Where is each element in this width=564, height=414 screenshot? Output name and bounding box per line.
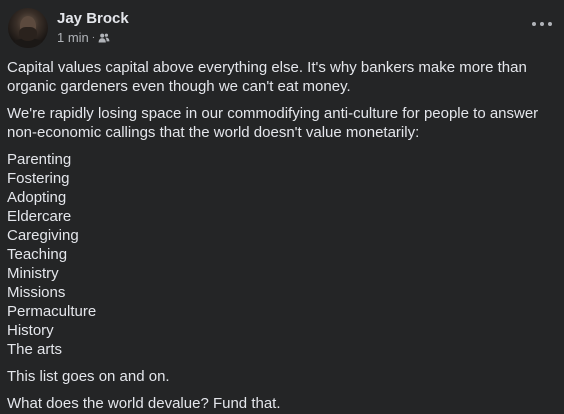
post-list: Parenting Fostering Adopting Eldercare C… [7, 150, 558, 359]
friends-icon[interactable] [98, 32, 110, 44]
list-item: Eldercare [7, 208, 72, 225]
list-item: Ministry [7, 265, 59, 282]
author-name[interactable]: Jay Brock [57, 9, 129, 28]
post-subline: 1 min · [57, 29, 129, 47]
list-item: Adopting [7, 189, 67, 206]
list-item: The arts [7, 341, 63, 358]
list-item: Teaching [7, 246, 68, 263]
list-item: Caregiving [7, 227, 79, 244]
separator-dot: · [91, 32, 96, 43]
list-item: Permaculture [7, 303, 97, 320]
post-timestamp[interactable]: 1 min [57, 29, 89, 47]
post-paragraph: Capital values capital above everything … [7, 59, 527, 95]
more-dot-icon [532, 22, 536, 26]
list-item: Parenting [7, 151, 72, 168]
more-options-button[interactable] [532, 14, 552, 34]
post-meta: Jay Brock 1 min · [57, 9, 129, 47]
more-dot-icon [540, 22, 544, 26]
post-paragraph: We're rapidly losing space in our commod… [7, 105, 539, 141]
post-body: Capital values capital above everything … [7, 58, 558, 414]
post-header: Jay Brock 1 min · [8, 8, 129, 48]
list-item: Fostering [7, 170, 70, 187]
avatar-beard [19, 27, 37, 41]
list-item: History [7, 322, 54, 339]
post-paragraph: This list goes on and on. [7, 368, 170, 385]
post-card: Jay Brock 1 min · Capital values capital… [0, 0, 564, 414]
post-paragraph: What does the world devalue? Fund that. [7, 395, 281, 412]
list-item: Missions [7, 284, 66, 301]
more-dot-icon [548, 22, 552, 26]
avatar[interactable] [8, 8, 48, 48]
